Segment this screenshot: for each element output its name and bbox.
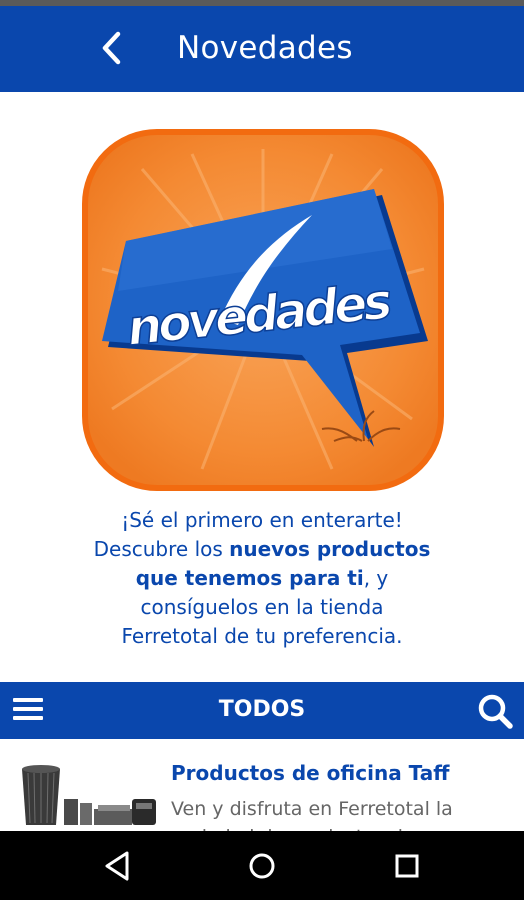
intro-line-4: consíguelos en la tienda bbox=[140, 595, 384, 619]
search-icon bbox=[478, 694, 513, 729]
nav-recents-icon bbox=[395, 854, 419, 878]
intro-line-5: Ferretotal de tu preferencia. bbox=[121, 624, 403, 648]
item-title: Productos de oficina Taff bbox=[171, 761, 450, 785]
nav-back-icon bbox=[105, 851, 129, 881]
nav-home-button[interactable] bbox=[244, 848, 280, 884]
category-filter-bar: TODOS bbox=[0, 682, 524, 739]
back-button[interactable] bbox=[92, 28, 132, 68]
system-nav-bar bbox=[0, 831, 524, 900]
page-title: Novedades bbox=[177, 30, 353, 66]
nav-home-icon bbox=[249, 853, 275, 879]
category-label[interactable]: TODOS bbox=[0, 697, 524, 722]
intro-text: ¡Sé el primero en enterarte! Descubre lo… bbox=[40, 506, 484, 651]
intro-line-1: ¡Sé el primero en enterarte! bbox=[121, 508, 403, 532]
product-thumbnail bbox=[14, 759, 159, 831]
item-description: Ven y disfruta en Ferretotal la variedad… bbox=[171, 798, 453, 831]
app-bar: Novedades bbox=[0, 6, 524, 92]
intro-line-2: Descubre los nuevos productos bbox=[93, 537, 431, 561]
intro-line-3: que tenemos para ti, y bbox=[135, 566, 389, 590]
novedades-hero-image: novedades bbox=[82, 129, 444, 491]
search-button[interactable] bbox=[476, 692, 514, 730]
nav-back-button[interactable] bbox=[99, 848, 135, 884]
chevron-left-icon bbox=[102, 31, 121, 65]
nav-recents-button[interactable] bbox=[389, 848, 425, 884]
list-item[interactable]: Productos de oficina Taff Ven y disfruta… bbox=[0, 739, 524, 831]
